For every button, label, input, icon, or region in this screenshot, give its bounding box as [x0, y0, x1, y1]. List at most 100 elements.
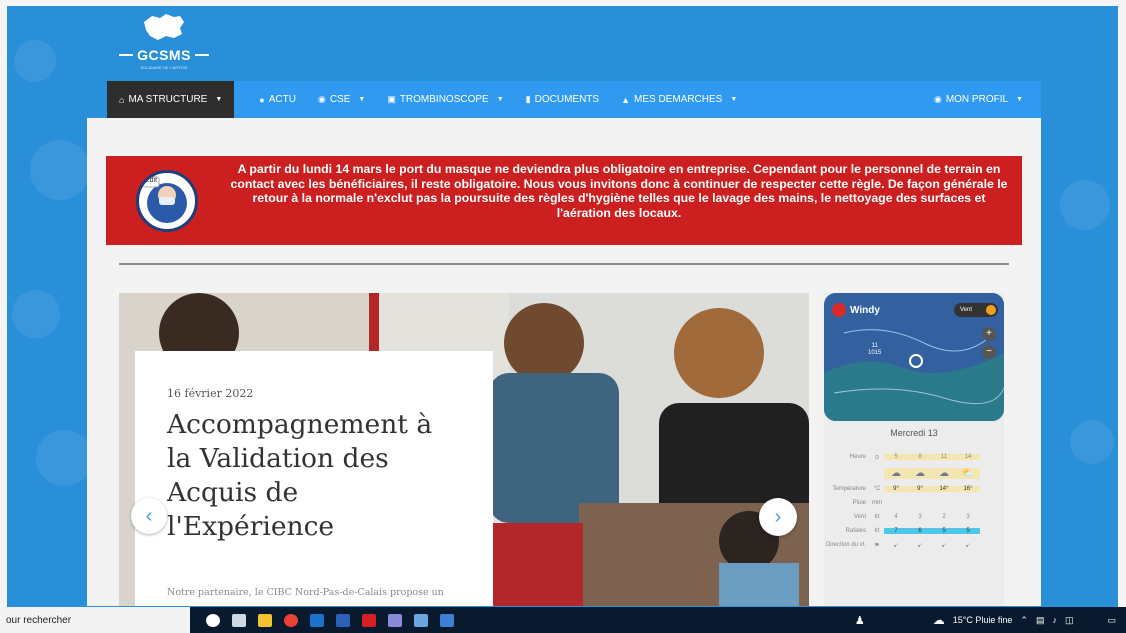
windy-weather-widget[interactable]: Windy Vent + − 11 1015 Mercredi 13 Heure… [824, 293, 1004, 606]
taskbar-search-input[interactable]: our rechercher [0, 607, 190, 633]
task-view-icon[interactable] [228, 607, 250, 633]
zoom-in-button[interactable]: + [982, 327, 996, 341]
windy-brand: Windy [850, 304, 880, 316]
main-content: Edit A partir du lundi 14 mars le port d… [87, 118, 1041, 606]
map-pressure-label: 1015 [868, 350, 882, 356]
forecast-table: Heure ⊙ 5 8 11 14 ☁ ☁ ☁ ⛅ Température °C… [824, 450, 1004, 552]
network-icon[interactable]: ▤ [1036, 615, 1045, 626]
chrome-icon[interactable] [280, 607, 302, 633]
main-nav: ⌂ MA STRUCTURE ▼ ● ACTU ◉ CSE ▼ ▣ TROMBI… [107, 81, 1041, 118]
wind-direction-icon: ➹ [893, 542, 899, 549]
logo-subtitle: SOLIDAIRE DE L'ARTOIS [140, 65, 188, 70]
windows-taskbar: our rechercher ♟ ☁ 15°C Pluie fine ⌃ ▤ ♪… [0, 607, 1126, 633]
cortana-icon[interactable] [202, 607, 224, 633]
carousel-prev-button[interactable]: ‹ [131, 498, 167, 534]
nav-item-label: TROMBINOSCOPE [399, 94, 489, 105]
document-icon: ▮ [525, 94, 531, 104]
article-date: 16 février 2022 [167, 387, 254, 400]
forecast-row: Température °C 9° 9° 14° 16° [824, 482, 1004, 496]
background-bubble [12, 290, 60, 338]
forecast-row: ☁ ☁ ☁ ⛅ [824, 464, 1004, 482]
forecast-row: Heure ⊙ 5 8 11 14 [824, 450, 1004, 464]
forecast-day: Mercredi 13 [890, 428, 938, 438]
settings-app-icon[interactable] [436, 607, 458, 633]
person-icon[interactable]: ♟ [855, 614, 865, 627]
wind-direction-icon: ➹ [941, 542, 947, 549]
taskbar-apps [200, 607, 460, 633]
taskbar-weather[interactable]: 15°C Pluie fine [953, 615, 1013, 625]
nav-item-mon-profil[interactable]: ◉ MON PROFIL ▼ [923, 81, 1041, 118]
caret-down-icon: ▼ [358, 96, 366, 103]
logo-dash-right [194, 54, 209, 56]
nav-item-ma-structure[interactable]: ⌂ MA STRUCTURE ▼ [107, 81, 235, 118]
chevron-right-icon: › [774, 505, 782, 528]
acrobat-icon[interactable] [358, 607, 380, 633]
nav-item-label: MON PROFIL [945, 94, 1009, 105]
screen-frame-right [1118, 0, 1126, 633]
app-icon[interactable] [410, 607, 432, 633]
cloud-icon: ☁ [884, 467, 908, 479]
nav-item-label: MA STRUCTURE [128, 94, 208, 105]
windy-logo-icon [832, 303, 846, 317]
map-temp-label: 11 [871, 343, 878, 349]
article-excerpt: Notre partenaire, le CIBC Nord-Pas-de-Ca… [167, 587, 444, 598]
nav-item-label: ACTU [268, 94, 296, 105]
wind-direction-icon: ➹ [965, 542, 971, 549]
caret-down-icon: ▼ [496, 96, 504, 103]
site-logo[interactable]: GCSMS SOLIDAIRE DE L'ARTOIS [108, 12, 220, 74]
file-explorer-icon[interactable] [254, 607, 276, 633]
word-icon[interactable] [332, 607, 354, 633]
screen-frame-left [0, 0, 7, 633]
nav-item-actu[interactable]: ● ACTU [248, 81, 307, 118]
nav-item-cse[interactable]: ◉ CSE ▼ [307, 81, 376, 118]
background-bubble [30, 140, 90, 200]
region-map-icon [144, 14, 184, 40]
chevron-left-icon: ‹ [145, 504, 153, 527]
nav-item-label: MES DEMARCHES [634, 94, 723, 105]
camera-icon: ▣ [387, 94, 396, 104]
alert-message: A partir du lundi 14 mars le port du mas… [230, 162, 1008, 220]
caret-down-icon: ▼ [215, 96, 223, 103]
nav-item-documents[interactable]: ▮ DOCUMENTS [515, 81, 610, 118]
edit-badge: Edit [145, 177, 158, 184]
mask-icon: Edit [136, 170, 198, 232]
wind-toggle[interactable]: Vent [954, 303, 998, 317]
covid-alert-banner: Edit A partir du lundi 14 mars le port d… [106, 156, 1022, 245]
teams-icon[interactable] [384, 607, 406, 633]
outlook-icon[interactable] [306, 607, 328, 633]
nav-item-label: DOCUMENTS [534, 94, 600, 105]
wind-direction-icon: ➹ [917, 542, 923, 549]
background-bubble [1060, 180, 1110, 230]
home-icon: ⌂ [119, 94, 125, 105]
weather-cloud-icon[interactable]: ☁ [933, 613, 945, 627]
user-icon: ▲ [621, 94, 630, 105]
nav-item-mes-demarches[interactable]: ▲ MES DEMARCHES ▼ [610, 81, 748, 118]
forecast-row: Vent kt 4 3 2 3 [853, 514, 970, 520]
background-bubble [14, 40, 56, 82]
user-circle-icon: ◉ [933, 94, 942, 104]
forecast-row: Pluie mm [852, 500, 882, 506]
zoom-out-button[interactable]: − [982, 345, 996, 359]
logo-dash-left [119, 54, 134, 56]
screen-frame-top [0, 0, 1126, 6]
volume-icon[interactable]: ♪ [1052, 615, 1057, 625]
pin-icon: ● [259, 94, 265, 105]
article-title[interactable]: Accompagnement à la Validation des Acqui… [167, 408, 463, 544]
cloud-icon: ☁ [908, 467, 932, 479]
carousel-next-button[interactable]: › [759, 498, 797, 536]
forecast-row: Direction du vt. ⚑ ➹ ➹ ➹ ➹ [824, 538, 1004, 552]
chevron-up-icon[interactable]: ⌃ [1020, 615, 1028, 626]
notification-icon[interactable]: ▭ [1107, 615, 1116, 626]
caret-down-icon: ▼ [730, 96, 738, 103]
news-carousel[interactable]: 16 février 2022 Accompagnement à la Vali… [119, 293, 809, 606]
system-tray: ♟ ☁ 15°C Pluie fine ⌃ ▤ ♪ ◫ ▭ [855, 613, 1126, 627]
section-divider [119, 263, 1009, 265]
nav-item-trombinoscope[interactable]: ▣ TROMBINOSCOPE ▼ [376, 81, 514, 118]
article-card[interactable]: 16 février 2022 Accompagnement à la Vali… [135, 351, 493, 606]
display-icon[interactable]: ◫ [1065, 615, 1074, 626]
cloud-icon: ☁ [932, 467, 956, 479]
background-bubble [1070, 420, 1114, 464]
caret-down-icon: ▼ [1016, 96, 1023, 103]
logo-text: GCSMS [137, 47, 191, 63]
weather-map[interactable]: Windy Vent + − 11 1015 [824, 293, 1004, 421]
